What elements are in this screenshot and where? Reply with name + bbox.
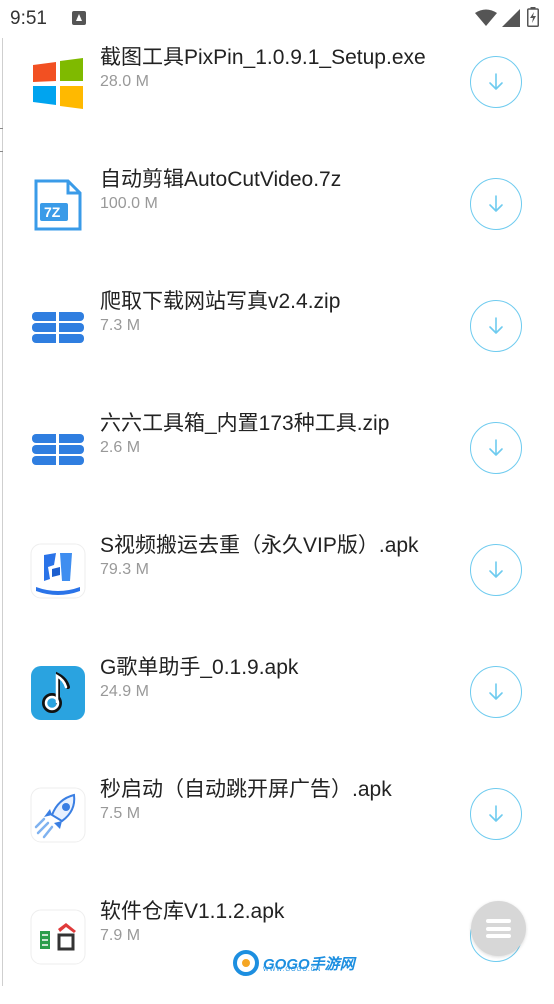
menu-bar-icon [486,934,511,938]
file-name: 软件仓库V1.1.2.apk [100,900,285,923]
file-name: 六六工具箱_内置173种工具.zip [100,412,390,435]
list-item[interactable]: 爬取下载网站写真v2.4.zip 7.3 M [0,272,554,394]
music-note-app-icon [31,666,85,720]
download-button[interactable] [470,422,522,474]
menu-bar-icon [486,919,511,923]
file-size: 7.5 M [100,805,141,822]
file-size: 79.3 M [100,561,149,578]
status-bar: 9:51 [0,0,554,38]
windows-logo-icon [33,58,83,109]
download-arrow-icon [489,73,503,90]
download-arrow-icon [489,317,503,334]
signal-icon [502,9,520,27]
gogo-logo-icon [233,950,259,976]
status-time: 9:51 [10,8,47,29]
download-arrow-icon [489,805,503,822]
zip-archive-icon [32,434,84,465]
download-arrow-icon [489,195,503,212]
download-button[interactable] [470,56,522,108]
watermark: GOGO手游网 WWW.GOGO.CN [233,950,355,976]
download-button[interactable] [470,666,522,718]
file-size: 2.6 M [100,439,141,456]
list-item[interactable]: 六六工具箱_内置173种工具.zip 2.6 M [0,394,554,516]
file-size: 24.9 M [100,683,149,700]
rocket-app-icon [30,787,86,843]
svg-text:7Z: 7Z [44,204,61,220]
notification-a-icon [72,11,86,25]
list-item[interactable]: S视频搬运去重（永久VIP版）.apk 79.3 M [0,516,554,638]
file-name: 截图工具PixPin_1.0.9.1_Setup.exe [100,46,426,69]
file-size: 7.9 M [100,927,141,944]
download-arrow-icon [489,561,503,578]
menu-bar-icon [486,926,511,931]
video-dedup-app-icon [30,543,86,599]
file-name: 爬取下载网站写真v2.4.zip [100,290,341,313]
software-store-app-icon [30,909,86,965]
list-item[interactable]: 截图工具PixPin_1.0.9.1_Setup.exe 28.0 M [0,28,554,150]
download-button[interactable] [470,788,522,840]
download-button[interactable] [470,544,522,596]
file-name: 秒启动（自动跳开屏广告）.apk [100,778,392,801]
download-arrow-icon [489,439,503,456]
watermark-domain: WWW.GOGO.CN [263,967,322,973]
wifi-icon [475,9,497,26]
download-arrow-icon [489,683,503,700]
file-name: S视频搬运去重（永久VIP版）.apk [100,534,419,557]
list-item[interactable]: G歌单助手_0.1.9.apk 24.9 M [0,638,554,760]
list-item[interactable]: 秒启动（自动跳开屏广告）.apk 7.5 M [0,760,554,882]
download-button[interactable] [470,178,522,230]
download-button[interactable] [470,300,522,352]
zip-archive-icon [32,312,84,343]
battery-icon [527,7,539,27]
7z-file-icon: 7Z [34,179,82,231]
file-size: 7.3 M [100,317,141,334]
file-size: 28.0 M [100,73,149,90]
list-item[interactable]: 7Z 自动剪辑AutoCutVideo.7z 100.0 M [0,150,554,272]
file-name: 自动剪辑AutoCutVideo.7z [100,168,342,191]
file-size: 100.0 M [100,195,158,212]
floating-menu-button[interactable] [471,901,526,956]
file-name: G歌单助手_0.1.9.apk [100,656,299,679]
